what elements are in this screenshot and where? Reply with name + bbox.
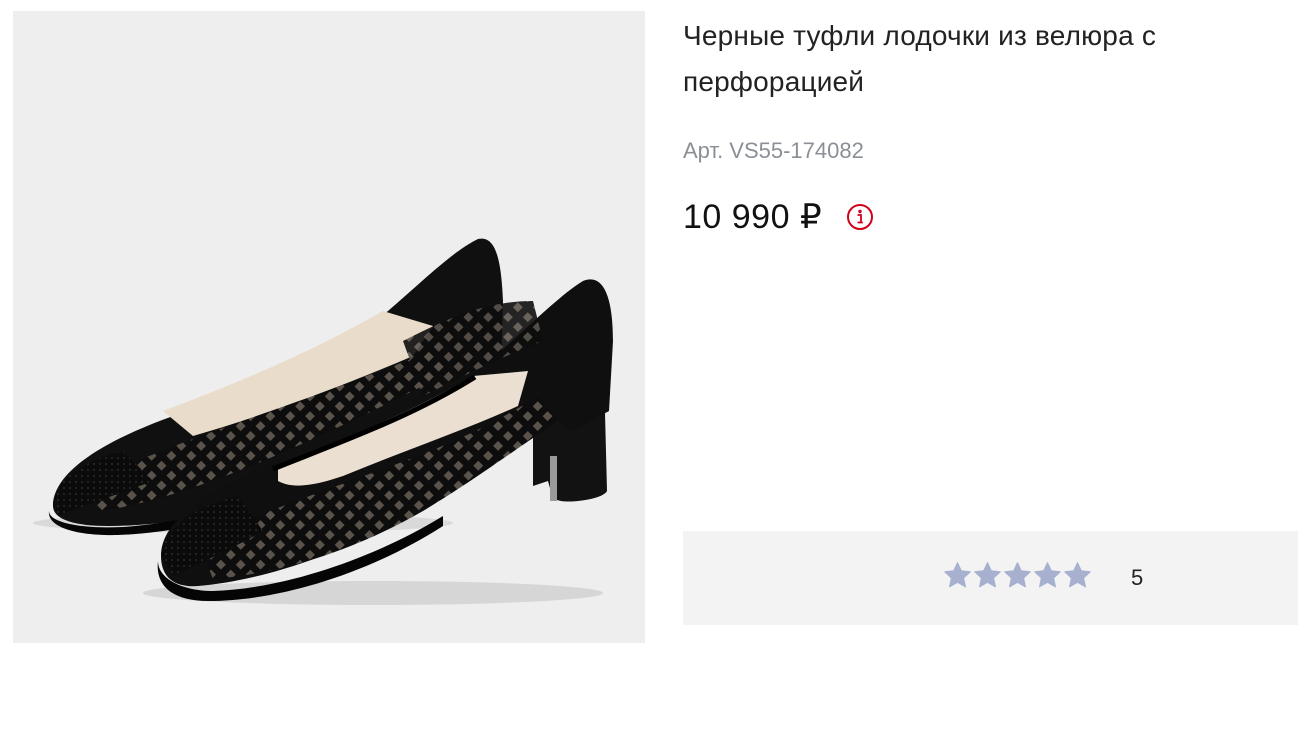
price-row: 10 990 ₽ [683, 197, 1298, 237]
star-icon [1034, 562, 1061, 588]
product-price: 10 990 ₽ [683, 198, 823, 236]
product-info: Черные туфли лодочки из велюра с перфора… [683, 0, 1298, 237]
rating-panel: 5 [683, 531, 1298, 625]
rating-stars [943, 561, 1092, 590]
rating-value: 5 [1131, 565, 1144, 590]
star-icon [1064, 562, 1091, 588]
star-icon [944, 562, 971, 588]
product-page: Черные туфли лодочки из велюра с перфора… [0, 0, 1298, 738]
product-image[interactable] [13, 11, 645, 643]
info-circle-icon[interactable] [846, 203, 874, 231]
star-icon [974, 562, 1001, 588]
product-title: Черные туфли лодочки из велюра с перфора… [683, 20, 1157, 97]
star-icon [1004, 562, 1031, 588]
shoe-pair-image [33, 238, 613, 605]
product-article: Арт. VS55-174082 [683, 138, 864, 163]
